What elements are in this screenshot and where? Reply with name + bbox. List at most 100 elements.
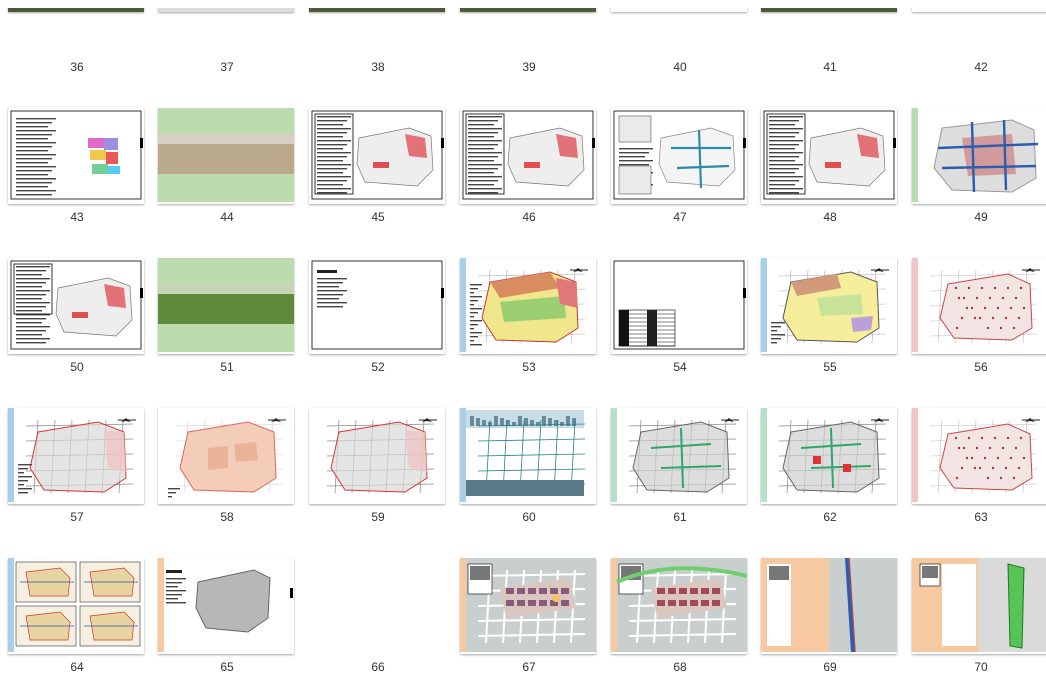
slide-thumbnail-51[interactable]: 51 xyxy=(152,250,302,400)
slide-number-label[interactable]: 36 xyxy=(2,60,152,74)
slide-thumbnail-54[interactable]: 54 xyxy=(605,250,755,400)
slide-preview-graphic xyxy=(761,108,897,202)
slide-preview-image xyxy=(8,258,144,354)
slide-number-label[interactable]: 42 xyxy=(906,60,1046,74)
slide-number-label[interactable]: 65 xyxy=(152,660,302,674)
slide-number-label[interactable]: 39 xyxy=(454,60,604,74)
slide-preview-graphic xyxy=(460,408,596,502)
slide-number-label[interactable]: 67 xyxy=(454,660,604,674)
slide-preview-image xyxy=(158,408,294,504)
slide-preview-graphic xyxy=(8,558,144,652)
slide-preview-image xyxy=(912,108,1046,204)
slide-number-label[interactable]: 54 xyxy=(605,360,755,374)
slide-number-label[interactable]: 46 xyxy=(454,210,604,224)
slide-number-label[interactable]: 64 xyxy=(2,660,152,674)
slide-thumbnail-64[interactable]: 64 xyxy=(2,550,152,700)
slide-number-label[interactable]: 69 xyxy=(755,660,905,674)
slide-number-label[interactable]: 41 xyxy=(755,60,905,74)
slide-number-label[interactable]: 52 xyxy=(303,360,453,374)
slide-preview-graphic xyxy=(8,408,144,502)
thumbnail-grid: 36 37 38 39 40 41 42 43 44 45 46 47 48 4… xyxy=(0,0,1046,679)
slide-thumbnail-65[interactable]: 65 xyxy=(152,550,302,700)
slide-number-label[interactable]: 53 xyxy=(454,360,604,374)
slide-thumbnail-62[interactable]: 62 xyxy=(755,400,905,550)
slide-thumbnail-55[interactable]: 55 xyxy=(755,250,905,400)
slide-thumbnail-63[interactable]: 63 xyxy=(906,400,1046,550)
slide-preview-image xyxy=(309,258,445,354)
slide-thumbnail-57[interactable]: 57 xyxy=(2,400,152,550)
slide-number-label[interactable]: 60 xyxy=(454,510,604,524)
slide-number-label[interactable]: 44 xyxy=(152,210,302,224)
slide-number-label[interactable]: 37 xyxy=(152,60,302,74)
slide-number-label[interactable]: 47 xyxy=(605,210,755,224)
slide-preview-image xyxy=(8,558,144,654)
slide-preview-graphic xyxy=(611,258,747,352)
slide-number-label[interactable]: 50 xyxy=(2,360,152,374)
slide-thumbnail-67[interactable]: 67 xyxy=(454,550,604,700)
slide-preview-graphic xyxy=(611,558,747,652)
slide-preview-graphic xyxy=(611,408,747,502)
slide-preview-graphic xyxy=(309,408,445,502)
slide-preview-image xyxy=(761,408,897,504)
slide-thumbnail-70[interactable]: 70 xyxy=(906,550,1046,700)
slide-thumbnail-45[interactable]: 45 xyxy=(303,100,453,250)
slide-thumbnail-60[interactable]: 60 xyxy=(454,400,604,550)
slide-thumbnail-49[interactable]: 49 xyxy=(906,100,1046,250)
slide-number-label[interactable]: 61 xyxy=(605,510,755,524)
slide-preview-graphic xyxy=(158,558,294,652)
slide-number-label[interactable]: 62 xyxy=(755,510,905,524)
slide-preview-image xyxy=(460,558,596,654)
slide-preview-graphic xyxy=(158,408,294,502)
slide-preview-image xyxy=(158,258,294,354)
slide-preview-image xyxy=(761,258,897,354)
slide-thumbnail-52[interactable]: 52 xyxy=(303,250,453,400)
slide-number-label[interactable]: 45 xyxy=(303,210,453,224)
slide-preview-graphic xyxy=(460,258,596,352)
slide-thumbnail-50[interactable]: 50 xyxy=(2,250,152,400)
slide-thumbnail-68[interactable]: 68 xyxy=(605,550,755,700)
slide-number-label[interactable]: 59 xyxy=(303,510,453,524)
slide-preview-graphic xyxy=(761,408,897,502)
slide-thumbnail-58[interactable]: 58 xyxy=(152,400,302,550)
slide-preview-graphic xyxy=(611,108,747,202)
slide-preview-graphic xyxy=(912,408,1046,502)
slide-thumbnail-69[interactable]: 69 xyxy=(755,550,905,700)
slide-preview-graphic xyxy=(309,258,445,352)
slide-thumbnail-53[interactable]: 53 xyxy=(454,250,604,400)
slide-preview-graphic xyxy=(158,108,294,202)
slide-number-label[interactable]: 40 xyxy=(605,60,755,74)
slide-preview-image xyxy=(309,108,445,204)
slide-number-label[interactable]: 51 xyxy=(152,360,302,374)
slide-preview-graphic xyxy=(761,558,897,652)
slide-preview-graphic xyxy=(8,258,144,352)
slide-preview-graphic xyxy=(912,108,1046,202)
slide-preview-image xyxy=(912,558,1046,654)
slide-preview-image xyxy=(761,108,897,204)
slide-number-label[interactable]: 68 xyxy=(605,660,755,674)
slide-thumbnail-56[interactable]: 56 xyxy=(906,250,1046,400)
slide-number-label[interactable]: 38 xyxy=(303,60,453,74)
slide-thumbnail-48[interactable]: 48 xyxy=(755,100,905,250)
slide-preview-image xyxy=(611,558,747,654)
slide-number-label[interactable]: 70 xyxy=(906,660,1046,674)
slide-number-label[interactable]: 57 xyxy=(2,510,152,524)
slide-number-label[interactable]: 66 xyxy=(303,660,453,674)
slide-number-label[interactable]: 43 xyxy=(2,210,152,224)
slide-thumbnail-47[interactable]: 47 xyxy=(605,100,755,250)
slide-thumbnail-61[interactable]: 61 xyxy=(605,400,755,550)
slide-number-label[interactable]: 56 xyxy=(906,360,1046,374)
slide-preview-image xyxy=(158,108,294,204)
slide-preview-graphic xyxy=(912,558,1046,652)
slide-number-label[interactable]: 49 xyxy=(906,210,1046,224)
slide-preview-image xyxy=(460,408,596,504)
slide-thumbnail-46[interactable]: 46 xyxy=(454,100,604,250)
slide-thumbnail-59[interactable]: 59 xyxy=(303,400,453,550)
slide-number-label[interactable]: 58 xyxy=(152,510,302,524)
slide-thumbnail-44[interactable]: 44 xyxy=(152,100,302,250)
slide-number-label[interactable]: 63 xyxy=(906,510,1046,524)
slide-thumbnail-43[interactable]: 43 xyxy=(2,100,152,250)
slide-preview-graphic xyxy=(460,558,596,652)
slide-number-label[interactable]: 55 xyxy=(755,360,905,374)
slide-thumbnail-66[interactable]: 66 xyxy=(303,550,453,700)
slide-number-label[interactable]: 48 xyxy=(755,210,905,224)
